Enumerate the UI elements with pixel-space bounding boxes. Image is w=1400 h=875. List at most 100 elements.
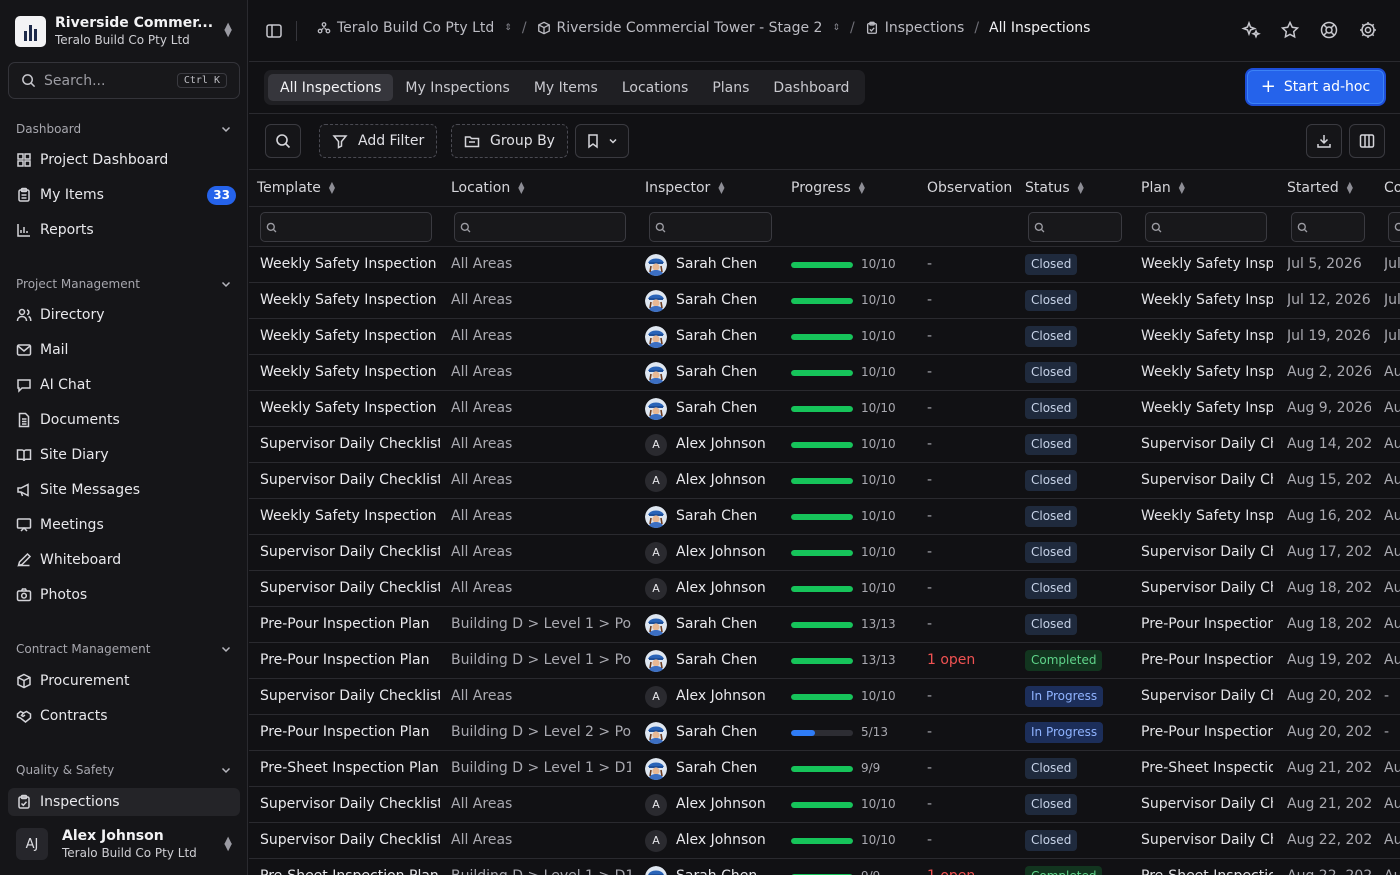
cell-observation[interactable]: 1 open [927, 859, 1017, 875]
column-header-location[interactable]: Location ▲ ▼ [451, 180, 524, 196]
project-switcher[interactable]: Riverside Commer... Teralo Build Co Pty … [8, 8, 240, 54]
sidebar-item-project-dashboard[interactable]: Project Dashboard [8, 146, 240, 174]
table-row[interactable]: Weekly Safety Inspection All Areas Sarah C… [249, 319, 1400, 355]
tab-my-inspections[interactable]: My Inspections [393, 74, 521, 101]
table-row[interactable]: Supervisor Daily Checklist All Areas A Alex… [249, 571, 1400, 607]
section-header-3[interactable]: Quality & Safety [16, 763, 232, 777]
column-header-co[interactable]: Co [1384, 180, 1400, 196]
breadcrumb-item[interactable]: Inspections [865, 20, 964, 36]
chevron-down-icon[interactable] [220, 643, 232, 655]
sidebar-item-inspections[interactable]: Inspections [8, 788, 240, 816]
table-row[interactable]: Pre-Sheet Inspection Plan Building D > Le… [249, 859, 1400, 875]
table-row[interactable]: Pre-Pour Inspection Plan Building D > Lev… [249, 607, 1400, 643]
table-row[interactable]: Pre-Pour Inspection Plan Building D > Lev… [249, 643, 1400, 679]
column-header-template[interactable]: Template ▲ ▼ [257, 180, 335, 196]
avatar-photo [645, 361, 667, 384]
sidebar-item-my-items[interactable]: My Items 33 [8, 181, 240, 209]
add-filter-button[interactable]: Add Filter [319, 124, 438, 158]
sparkles-icon[interactable] [1241, 20, 1261, 40]
column-header-observation[interactable]: Observation [927, 180, 1012, 196]
table-row[interactable]: Supervisor Daily Checklist All Areas A Alex… [249, 679, 1400, 715]
cell-observation[interactable]: 1 open [927, 643, 1017, 678]
column-header-status[interactable]: Status ▲ ▼ [1025, 180, 1084, 196]
table-row[interactable]: Weekly Safety Inspection All Areas Sarah C… [249, 499, 1400, 535]
chevron-down-icon[interactable] [220, 278, 232, 290]
column-header-progress[interactable]: Progress ▲ ▼ [791, 180, 865, 196]
table-row[interactable]: Weekly Safety Inspection All Areas Sarah C… [249, 391, 1400, 427]
tab-dashboard[interactable]: Dashboard [761, 74, 861, 101]
table-row[interactable]: Weekly Safety Inspection All Areas Sarah C… [249, 283, 1400, 319]
sort-icon[interactable]: ▲ ▼ [329, 181, 335, 195]
sidebar-item-site-diary[interactable]: Site Diary [8, 441, 240, 469]
chevron-up-down-icon[interactable]: ⇕ [832, 23, 840, 33]
chevron-up-down-icon[interactable]: ⇕ [504, 23, 512, 33]
settings-gear-icon[interactable] [1358, 20, 1378, 40]
column-filter-input-started[interactable] [1291, 212, 1365, 242]
table-row[interactable]: Supervisor Daily Checklist All Areas A Alex… [249, 535, 1400, 571]
sort-icon[interactable]: ▲ ▼ [718, 181, 724, 195]
table-row[interactable]: Supervisor Daily Checklist All Areas A Alex… [249, 823, 1400, 859]
sort-icon[interactable]: ▲ ▼ [859, 181, 865, 195]
cell-progress: 10/10 [791, 571, 911, 606]
sidebar-item-mail[interactable]: Mail [8, 336, 240, 364]
saved-views-dropdown[interactable] [575, 124, 629, 158]
column-header-started[interactable]: Started ▲ ▼ [1287, 180, 1353, 196]
sidebar-item-directory[interactable]: Directory [8, 301, 240, 329]
sidebar-toggle-icon[interactable] [265, 22, 283, 40]
table-row[interactable]: Supervisor Daily Checklist All Areas A Alex… [249, 787, 1400, 823]
column-header-inspector[interactable]: Inspector ▲ ▼ [645, 180, 724, 196]
breadcrumb-item[interactable]: Teralo Build Co Pty Ltd ⇕ [317, 20, 512, 36]
tab-my-items[interactable]: My Items [522, 74, 610, 101]
table-row[interactable]: Weekly Safety Inspection All Areas Sarah C… [249, 355, 1400, 391]
start-adhoc-button[interactable]: + Start ad-hoc [1247, 70, 1384, 104]
breadcrumb-item[interactable]: Riverside Commercial Tower - Stage 2 ⇕ [537, 20, 840, 36]
sidebar-item-photos[interactable]: Photos [8, 581, 240, 609]
star-icon[interactable] [1280, 20, 1300, 40]
sort-icon[interactable]: ▲ ▼ [1078, 181, 1084, 195]
sort-icon[interactable]: ▲ ▼ [1179, 181, 1185, 195]
column-filter-input-status[interactable] [1028, 212, 1122, 242]
column-filter-input-inspector[interactable] [649, 212, 772, 242]
tab-plans[interactable]: Plans [700, 74, 761, 101]
sort-icon[interactable]: ▲ ▼ [1347, 181, 1353, 195]
sidebar-item-ai-chat[interactable]: AI Chat [8, 371, 240, 399]
search-box[interactable]: Search... Ctrl K [8, 62, 240, 99]
table-row[interactable]: Weekly Safety Inspection All Areas Sarah C… [249, 247, 1400, 283]
cell-status: Closed [1025, 283, 1135, 318]
help-lifebuoy-icon[interactable] [1319, 20, 1339, 40]
section-header-0[interactable]: Dashboard [16, 122, 232, 136]
column-filter-input-location[interactable] [454, 212, 626, 242]
sidebar-item-contracts[interactable]: Contracts [8, 702, 240, 730]
tab-all-inspections[interactable]: All Inspections [268, 74, 394, 101]
sidebar-item-site-messages[interactable]: Site Messages [8, 476, 240, 504]
sidebar-item-procurement[interactable]: Procurement [8, 667, 240, 695]
column-filter-input-co[interactable] [1388, 212, 1400, 242]
column-filter-input-template[interactable] [260, 212, 432, 242]
user-menu[interactable]: AJ Alex Johnson Teralo Build Co Pty Ltd … [8, 818, 240, 870]
sort-icon[interactable]: ▲ ▼ [518, 181, 524, 195]
table-row[interactable]: Pre-Pour Inspection Plan Building D > Lev… [249, 715, 1400, 751]
sidebar-item-documents[interactable]: Documents [8, 406, 240, 434]
search-input[interactable]: Search... [44, 73, 177, 89]
sidebar-item-reports[interactable]: Reports [8, 216, 240, 244]
section-header-2[interactable]: Contract Management [16, 642, 232, 656]
columns-toggle-button[interactable] [1349, 124, 1385, 158]
tab-locations[interactable]: Locations [610, 74, 701, 101]
breadcrumb-separator: / [850, 20, 855, 36]
table-row[interactable]: Pre-Sheet Inspection Plan Building D > Le… [249, 751, 1400, 787]
chevron-down-icon[interactable] [220, 764, 232, 776]
cell-plan: Supervisor Daily Ch [1141, 688, 1273, 704]
chevron-down-icon[interactable] [220, 123, 232, 135]
table-row[interactable]: Supervisor Daily Checklist All Areas A Alex… [249, 427, 1400, 463]
sidebar-item-whiteboard[interactable]: Whiteboard [8, 546, 240, 574]
column-filter-input-plan[interactable] [1145, 212, 1267, 242]
export-download-button[interactable] [1306, 124, 1342, 158]
group-by-button[interactable]: Group By [451, 124, 568, 158]
section-header-1[interactable]: Project Management [16, 277, 232, 291]
table-row[interactable]: Supervisor Daily Checklist All Areas A Alex… [249, 463, 1400, 499]
sidebar-item-meetings[interactable]: Meetings [8, 511, 240, 539]
status-badge: Closed [1025, 325, 1078, 347]
column-header-plan[interactable]: Plan ▲ ▼ [1141, 180, 1185, 196]
table-search-button[interactable] [265, 124, 301, 158]
progress-fill [791, 549, 853, 556]
